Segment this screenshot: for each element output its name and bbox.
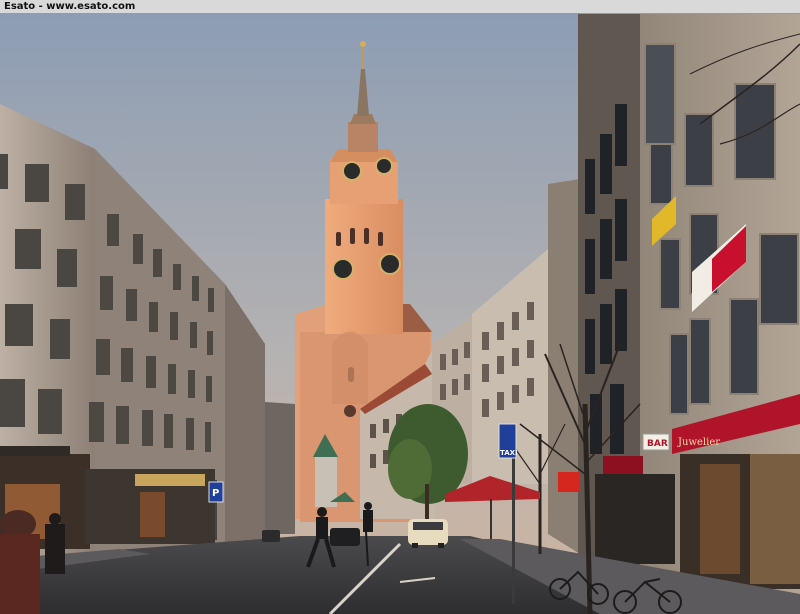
bar-sign: BAR [642, 433, 670, 451]
photo-frame: Esato - www.esato.com Juwelier BAR TAXI … [0, 0, 800, 614]
watermark-bar: Esato - www.esato.com [0, 0, 800, 14]
dark-car [330, 528, 360, 546]
bar-sign-text: BAR [647, 439, 668, 449]
shop-sign-red-text: Juwelier [677, 437, 720, 448]
parking-sign-text: P [212, 488, 219, 499]
taxi-sign-text: TAXI [500, 449, 518, 457]
taxi-car [408, 519, 448, 548]
watermark-text: Esato - www.esato.com [4, 1, 136, 12]
street-scene: Juwelier BAR TAXI P [0, 14, 800, 614]
